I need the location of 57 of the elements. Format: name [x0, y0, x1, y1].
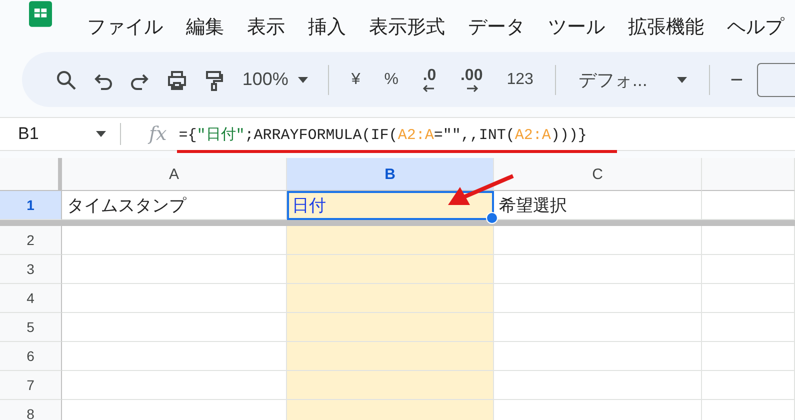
fill-handle[interactable]: [486, 212, 498, 224]
format-button[interactable]: ¥: [339, 70, 372, 88]
table-cell[interactable]: [287, 226, 494, 255]
format-button[interactable]: .00: [448, 67, 495, 92]
row-header[interactable]: 1: [0, 191, 62, 220]
table-cell[interactable]: [287, 371, 494, 400]
table-cell[interactable]: [702, 226, 795, 255]
table-cell[interactable]: [287, 255, 494, 284]
name-box[interactable]: B1: [0, 124, 120, 144]
font-size-field[interactable]: [757, 62, 795, 96]
menu-item[interactable]: 編集: [174, 14, 235, 40]
table-cell[interactable]: [494, 226, 702, 255]
zoom-dropdown[interactable]: 100%: [232, 69, 318, 90]
column-header[interactable]: B: [287, 158, 494, 191]
menu-item[interactable]: データ: [456, 14, 536, 40]
table-cell[interactable]: [494, 371, 702, 400]
function-label: fx: [146, 123, 168, 145]
select-all-corner[interactable]: [0, 158, 62, 191]
table-cell[interactable]: [287, 284, 494, 313]
table-cell[interactable]: [494, 342, 702, 371]
column-header[interactable]: A: [62, 158, 287, 191]
menu-item[interactable]: 挿入: [296, 14, 357, 40]
row-header[interactable]: 3: [0, 255, 62, 284]
column-header[interactable]: C: [494, 158, 702, 191]
menu-item[interactable]: ツール: [536, 14, 616, 40]
decrease-font-size-button[interactable]: −: [720, 66, 754, 92]
row-header[interactable]: 6: [0, 342, 62, 371]
row-header[interactable]: 8: [0, 400, 62, 420]
menu-item[interactable]: 表示: [235, 14, 296, 40]
table-cell[interactable]: [702, 342, 795, 371]
table-cell[interactable]: [702, 284, 795, 313]
menu-item[interactable]: 表示形式: [357, 14, 456, 40]
caret-icon: [677, 76, 688, 82]
table-cell[interactable]: [702, 371, 795, 400]
arrow-icon: [422, 85, 436, 92]
row-header[interactable]: 4: [0, 284, 62, 313]
format-button[interactable]: 123: [494, 70, 546, 88]
arrow-icon: [464, 85, 479, 92]
row-header[interactable]: 7: [0, 371, 62, 400]
table-cell[interactable]: [702, 313, 795, 342]
format-button[interactable]: .0: [410, 67, 448, 92]
font-dropdown[interactable]: デフォ...: [566, 68, 700, 92]
table-cell[interactable]: [494, 313, 702, 342]
table-cell[interactable]: [287, 313, 494, 342]
formula-text[interactable]: ={"日付";ARRAYFORMULA(IF(A2:A="",,INT(A2:A)))}: [178, 126, 587, 144]
caret-icon: [298, 76, 308, 82]
row-header[interactable]: 2: [0, 226, 62, 255]
format-button[interactable]: %: [372, 70, 410, 88]
table-cell[interactable]: [494, 284, 702, 313]
menu-item[interactable]: ファイル: [75, 14, 174, 40]
row-header[interactable]: 5: [0, 313, 62, 342]
table-cell[interactable]: [702, 255, 795, 284]
column-header[interactable]: [702, 158, 795, 191]
menu-item[interactable]: 拡張機能: [616, 14, 715, 40]
table-cell[interactable]: [494, 255, 702, 284]
menu-item[interactable]: ヘルプ: [715, 14, 795, 40]
table-cell[interactable]: [287, 342, 494, 371]
